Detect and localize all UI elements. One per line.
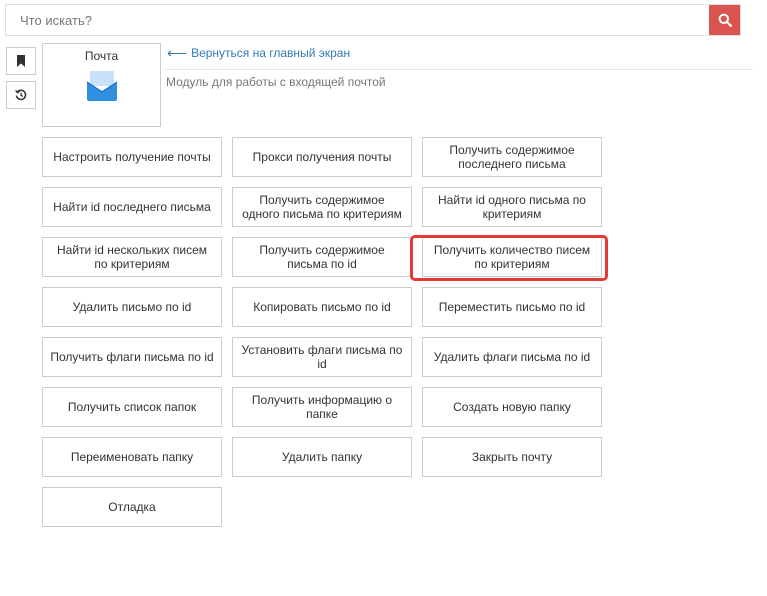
action-button[interactable]: Удалить флаги письма по id xyxy=(422,337,602,377)
action-button[interactable]: Переименовать папку xyxy=(42,437,222,477)
bookmark-icon xyxy=(17,55,25,67)
action-button[interactable]: Получить информацию о папке xyxy=(232,387,412,427)
history-button[interactable] xyxy=(6,81,36,109)
divider xyxy=(165,69,753,70)
module-tile: Почта xyxy=(42,43,161,127)
search-bar xyxy=(5,4,741,36)
action-button[interactable]: Получить содержимое письма по id xyxy=(232,237,412,277)
arrow-left-icon: ⟵ xyxy=(167,45,188,61)
action-button[interactable]: Создать новую папку xyxy=(422,387,602,427)
action-button[interactable]: Переместить письмо по id xyxy=(422,287,602,327)
action-button[interactable]: Закрыть почту xyxy=(422,437,602,477)
back-link[interactable]: ⟵ Вернуться на главный экран xyxy=(167,46,350,60)
action-button[interactable]: Настроить получение почты xyxy=(42,137,222,177)
action-button[interactable]: Копировать письмо по id xyxy=(232,287,412,327)
search-input[interactable] xyxy=(6,5,710,35)
back-link-label: Вернуться на главный экран xyxy=(191,46,351,60)
action-button[interactable]: Удалить письмо по id xyxy=(42,287,222,327)
bookmark-button[interactable] xyxy=(6,47,36,75)
search-icon xyxy=(718,13,732,27)
module-title: Почта xyxy=(84,49,119,63)
mail-icon xyxy=(86,71,117,101)
action-button[interactable]: Удалить папку xyxy=(232,437,412,477)
action-button[interactable]: Отладка xyxy=(42,487,222,527)
action-button[interactable]: Получить флаги письма по id xyxy=(42,337,222,377)
action-button[interactable]: Получить содержимое одного письма по кри… xyxy=(232,187,412,227)
module-description: Модуль для работы с входящей почтой xyxy=(166,75,386,89)
action-button[interactable]: Найти id последнего письма xyxy=(42,187,222,227)
action-button[interactable]: Найти id нескольких писем по критериям xyxy=(42,237,222,277)
action-button[interactable]: Получить список папок xyxy=(42,387,222,427)
action-button[interactable]: Найти id одного письма по критериям xyxy=(422,187,602,227)
history-icon xyxy=(15,89,27,101)
action-button[interactable]: Прокси получения почты xyxy=(232,137,412,177)
action-button[interactable]: Установить флаги письма по id xyxy=(232,337,412,377)
action-button[interactable]: Получить количество писем по критериям xyxy=(422,237,602,277)
action-button[interactable]: Получить содержимое последнего письма xyxy=(422,137,602,177)
search-button[interactable] xyxy=(709,5,740,35)
